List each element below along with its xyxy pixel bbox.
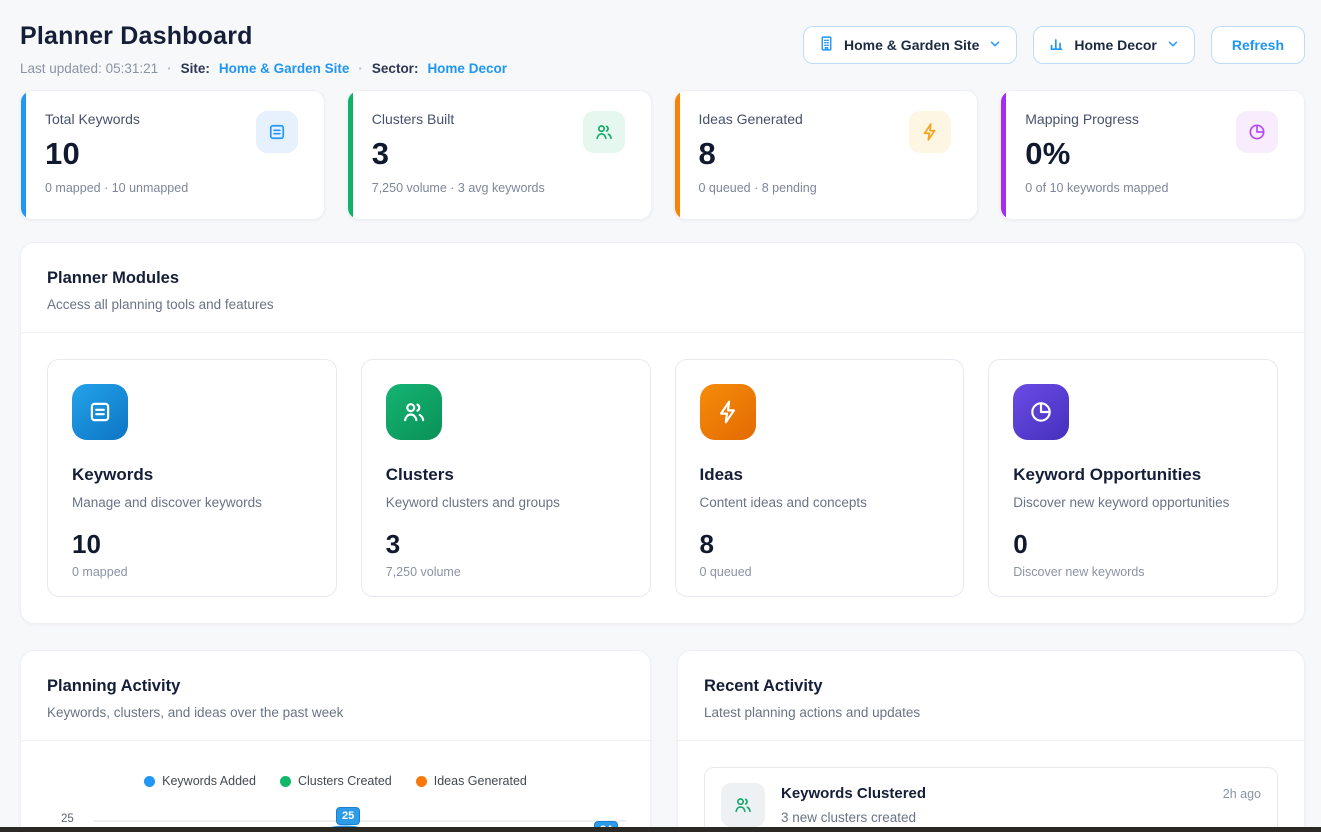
- site-label: Site:: [181, 61, 210, 76]
- module-value: 8: [700, 529, 940, 560]
- module-value: 0: [1013, 529, 1253, 560]
- document-icon: [72, 384, 128, 440]
- chevron-down-icon: [1166, 37, 1180, 54]
- legend-label: Clusters Created: [298, 774, 392, 788]
- module-title: Keywords: [72, 465, 312, 485]
- stat-card-total-keywords: Total Keywords 10 0 mapped · 10 unmapped: [20, 90, 325, 220]
- data-label-peak: 25: [336, 807, 360, 825]
- activity-timestamp: 2h ago: [1223, 783, 1261, 801]
- lightning-icon: [909, 111, 951, 153]
- header-meta: Last updated: 05:31:21 · Site: Home & Ga…: [20, 61, 507, 76]
- stat-card-clusters-built: Clusters Built 3 7,250 volume · 3 avg ke…: [347, 90, 652, 220]
- sector-selector-dropdown[interactable]: Home Decor: [1033, 26, 1194, 64]
- meta-separator: ·: [358, 61, 363, 76]
- module-value: 10: [72, 529, 312, 560]
- header-controls: Home & Garden Site Home Decor Refresh: [803, 26, 1305, 64]
- activity-description: 3 new clusters created: [781, 810, 1207, 825]
- users-icon: [386, 384, 442, 440]
- module-description: Discover new keyword opportunities: [1013, 495, 1253, 510]
- page-title: Planner Dashboard: [20, 22, 507, 51]
- recent-activity-panel: Recent Activity Latest planning actions …: [677, 650, 1305, 832]
- module-description: Content ideas and concepts: [700, 495, 940, 510]
- site-selector-value: Home & Garden Site: [844, 37, 979, 53]
- planner-modules-section: Planner Modules Access all planning tool…: [20, 242, 1305, 624]
- activity-list-item: Keywords Clustered 3 new clusters create…: [704, 767, 1278, 832]
- viewport-bottom-strip: [0, 827, 1321, 832]
- sector-label: Sector:: [372, 61, 419, 76]
- sector-selector-value: Home Decor: [1074, 37, 1156, 53]
- planning-activity-head: Planning Activity Keywords, clusters, an…: [21, 651, 650, 740]
- legend-item-keywords-added[interactable]: Keywords Added: [144, 774, 256, 788]
- module-card-ideas[interactable]: Ideas Content ideas and concepts 8 0 que…: [675, 359, 965, 597]
- stats-row: Total Keywords 10 0 mapped · 10 unmapped…: [20, 90, 1305, 220]
- module-sub-label: 7,250 volume: [386, 565, 626, 579]
- modules-section-title: Planner Modules: [47, 269, 1278, 288]
- chart-legend: Keywords Added Clusters Created Ideas Ge…: [21, 774, 650, 788]
- module-card-clusters[interactable]: Clusters Keyword clusters and groups 3 7…: [361, 359, 651, 597]
- users-icon: [721, 783, 765, 827]
- module-title: Clusters: [386, 465, 626, 485]
- module-description: Manage and discover keywords: [72, 495, 312, 510]
- last-updated-text: Last updated: 05:31:21: [20, 61, 158, 76]
- activity-body: Keywords Clustered 3 new clusters create…: [781, 783, 1207, 825]
- legend-dot: [280, 776, 291, 787]
- recent-activity-head: Recent Activity Latest planning actions …: [678, 651, 1304, 740]
- module-title: Keyword Opportunities: [1013, 465, 1253, 485]
- stat-card-mapping-progress: Mapping Progress 0% 0 of 10 keywords map…: [1000, 90, 1305, 220]
- module-sub-label: 0 queued: [700, 565, 940, 579]
- stat-subtitle: 7,250 volume · 3 avg keywords: [372, 181, 627, 195]
- header-left: Planner Dashboard Last updated: 05:31:21…: [20, 16, 507, 76]
- chevron-down-icon: [988, 37, 1002, 54]
- modules-section-head: Planner Modules Access all planning tool…: [21, 243, 1304, 332]
- site-link[interactable]: Home & Garden Site: [219, 61, 350, 76]
- stat-subtitle: 0 queued · 8 pending: [699, 181, 954, 195]
- module-card-keywords[interactable]: Keywords Manage and discover keywords 10…: [47, 359, 337, 597]
- recent-activity-subtitle: Latest planning actions and updates: [704, 705, 1278, 720]
- site-selector-dropdown[interactable]: Home & Garden Site: [803, 26, 1017, 64]
- meta-separator: ·: [167, 61, 172, 76]
- bar-chart-icon: [1048, 35, 1065, 55]
- module-card-keyword-opportunities[interactable]: Keyword Opportunities Discover new keywo…: [988, 359, 1278, 597]
- module-description: Keyword clusters and groups: [386, 495, 626, 510]
- module-sub-label: 0 mapped: [72, 565, 312, 579]
- section-divider: [678, 740, 1304, 741]
- module-title: Ideas: [700, 465, 940, 485]
- module-value: 3: [386, 529, 626, 560]
- modules-section-subtitle: Access all planning tools and features: [47, 297, 1278, 312]
- page-header: Planner Dashboard Last updated: 05:31:21…: [20, 16, 1305, 76]
- recent-activity-title: Recent Activity: [704, 677, 1278, 696]
- planning-activity-panel: Planning Activity Keywords, clusters, an…: [20, 650, 651, 832]
- sector-link[interactable]: Home Decor: [427, 61, 507, 76]
- legend-dot: [416, 776, 427, 787]
- planning-activity-title: Planning Activity: [47, 677, 624, 696]
- y-axis-tick: 25: [61, 813, 74, 825]
- legend-item-clusters-created[interactable]: Clusters Created: [280, 774, 392, 788]
- bottom-row: Planning Activity Keywords, clusters, an…: [20, 650, 1305, 832]
- planning-activity-subtitle: Keywords, clusters, and ideas over the p…: [47, 705, 624, 720]
- building-icon: [818, 35, 835, 55]
- modules-grid: Keywords Manage and discover keywords 10…: [21, 333, 1304, 623]
- lightning-icon: [700, 384, 756, 440]
- legend-item-ideas-generated[interactable]: Ideas Generated: [416, 774, 527, 788]
- users-icon: [583, 111, 625, 153]
- refresh-button[interactable]: Refresh: [1211, 26, 1305, 64]
- pie-chart-icon: [1236, 111, 1278, 153]
- stat-subtitle: 0 mapped · 10 unmapped: [45, 181, 300, 195]
- legend-label: Ideas Generated: [434, 774, 527, 788]
- stat-subtitle: 0 of 10 keywords mapped: [1025, 181, 1280, 195]
- legend-label: Keywords Added: [162, 774, 256, 788]
- section-divider: [21, 740, 650, 741]
- module-sub-label: Discover new keywords: [1013, 565, 1253, 579]
- document-icon: [256, 111, 298, 153]
- pie-chart-icon: [1013, 384, 1069, 440]
- stat-card-ideas-generated: Ideas Generated 8 0 queued · 8 pending: [674, 90, 979, 220]
- legend-dot: [144, 776, 155, 787]
- activity-title: Keywords Clustered: [781, 785, 1207, 802]
- planner-dashboard-page: Planner Dashboard Last updated: 05:31:21…: [0, 0, 1321, 832]
